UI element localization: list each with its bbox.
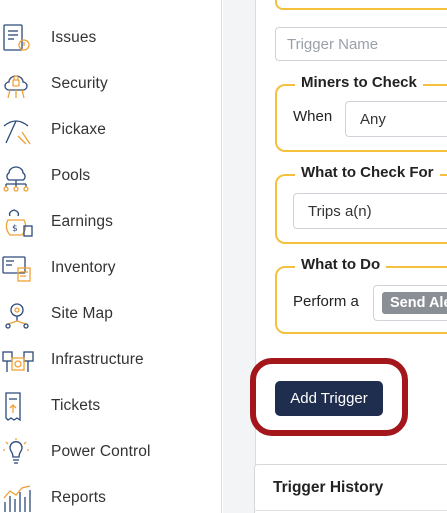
sidebar-item-label: Security xyxy=(51,75,108,92)
sidebar: Issues Security Pickaxe Pools $ Earnings… xyxy=(0,0,222,513)
sidebar-item-label: Pickaxe xyxy=(51,121,106,138)
security-icon xyxy=(0,68,36,102)
sidebar-item-label: Issues xyxy=(51,29,97,46)
sidebar-item-pickaxe[interactable]: Pickaxe xyxy=(0,110,222,150)
trigger-history-title: Trigger History xyxy=(273,479,384,496)
sidebar-item-label: Earnings xyxy=(51,213,113,230)
what-to-check-for-legend: What to Check For xyxy=(295,164,440,181)
add-trigger-button[interactable]: Add Trigger xyxy=(275,381,383,416)
sidebar-item-label: Power Control xyxy=(51,443,151,460)
previous-field-group xyxy=(275,0,447,10)
miners-to-check-group: Miners to Check When Any xyxy=(275,74,447,152)
when-select-value: Any xyxy=(360,110,386,128)
sidebar-item-label: Site Map xyxy=(51,305,113,322)
sidebar-item-pools[interactable]: Pools xyxy=(0,156,222,196)
svg-text:$: $ xyxy=(12,224,18,234)
sidebar-item-label: Pools xyxy=(51,167,91,184)
pools-icon xyxy=(0,160,36,194)
sidebar-item-earnings[interactable]: $ Earnings xyxy=(0,202,222,242)
sidebar-item-site-map[interactable]: Site Map xyxy=(0,294,222,334)
app-window: Issues Security Pickaxe Pools $ Earnings… xyxy=(0,0,447,513)
perform-label: Perform a xyxy=(293,293,359,310)
what-to-check-for-group: What to Check For Trips a(n) xyxy=(275,164,447,244)
check-for-select[interactable]: Trips a(n) xyxy=(293,193,447,229)
sidebar-item-tickets[interactable]: Tickets xyxy=(0,386,222,426)
sidebar-item-label: Infrastructure xyxy=(51,351,144,368)
trigger-name-input[interactable] xyxy=(275,27,447,61)
main-content: Miners to Check When Any What to Check F… xyxy=(223,0,447,513)
send-alert-tag[interactable]: Send Ale xyxy=(382,292,447,314)
sidebar-item-reports[interactable]: Reports xyxy=(0,478,222,513)
miners-to-check-legend: Miners to Check xyxy=(295,74,423,91)
sidebar-item-power-control[interactable]: Power Control xyxy=(0,432,222,472)
site-map-icon xyxy=(0,298,36,332)
sidebar-item-label: Inventory xyxy=(51,259,116,276)
sidebar-item-label: Reports xyxy=(51,489,106,506)
sidebar-item-inventory[interactable]: Inventory xyxy=(0,248,222,288)
reports-icon xyxy=(0,482,36,513)
sidebar-item-issues[interactable]: Issues xyxy=(0,18,222,58)
sidebar-item-infrastructure[interactable]: Infrastructure xyxy=(0,340,222,380)
action-select[interactable]: Send Ale xyxy=(373,285,447,321)
check-for-select-value: Trips a(n) xyxy=(308,202,372,220)
earnings-icon: $ xyxy=(0,206,36,240)
pickaxe-icon xyxy=(0,114,36,148)
inventory-icon xyxy=(0,252,36,286)
tickets-icon xyxy=(0,390,36,424)
what-to-do-legend: What to Do xyxy=(295,256,387,273)
infrastructure-icon xyxy=(0,344,36,378)
what-to-do-group: What to Do Perform a Send Ale xyxy=(275,256,447,334)
trigger-history-panel: Trigger History xyxy=(254,464,447,513)
sidebar-item-security[interactable]: Security xyxy=(0,64,222,104)
sidebar-item-label: Tickets xyxy=(51,397,101,414)
when-select[interactable]: Any xyxy=(345,101,447,137)
power-control-icon xyxy=(0,436,36,470)
issues-icon xyxy=(0,22,36,56)
when-label: When xyxy=(293,108,333,125)
divider xyxy=(255,510,447,511)
